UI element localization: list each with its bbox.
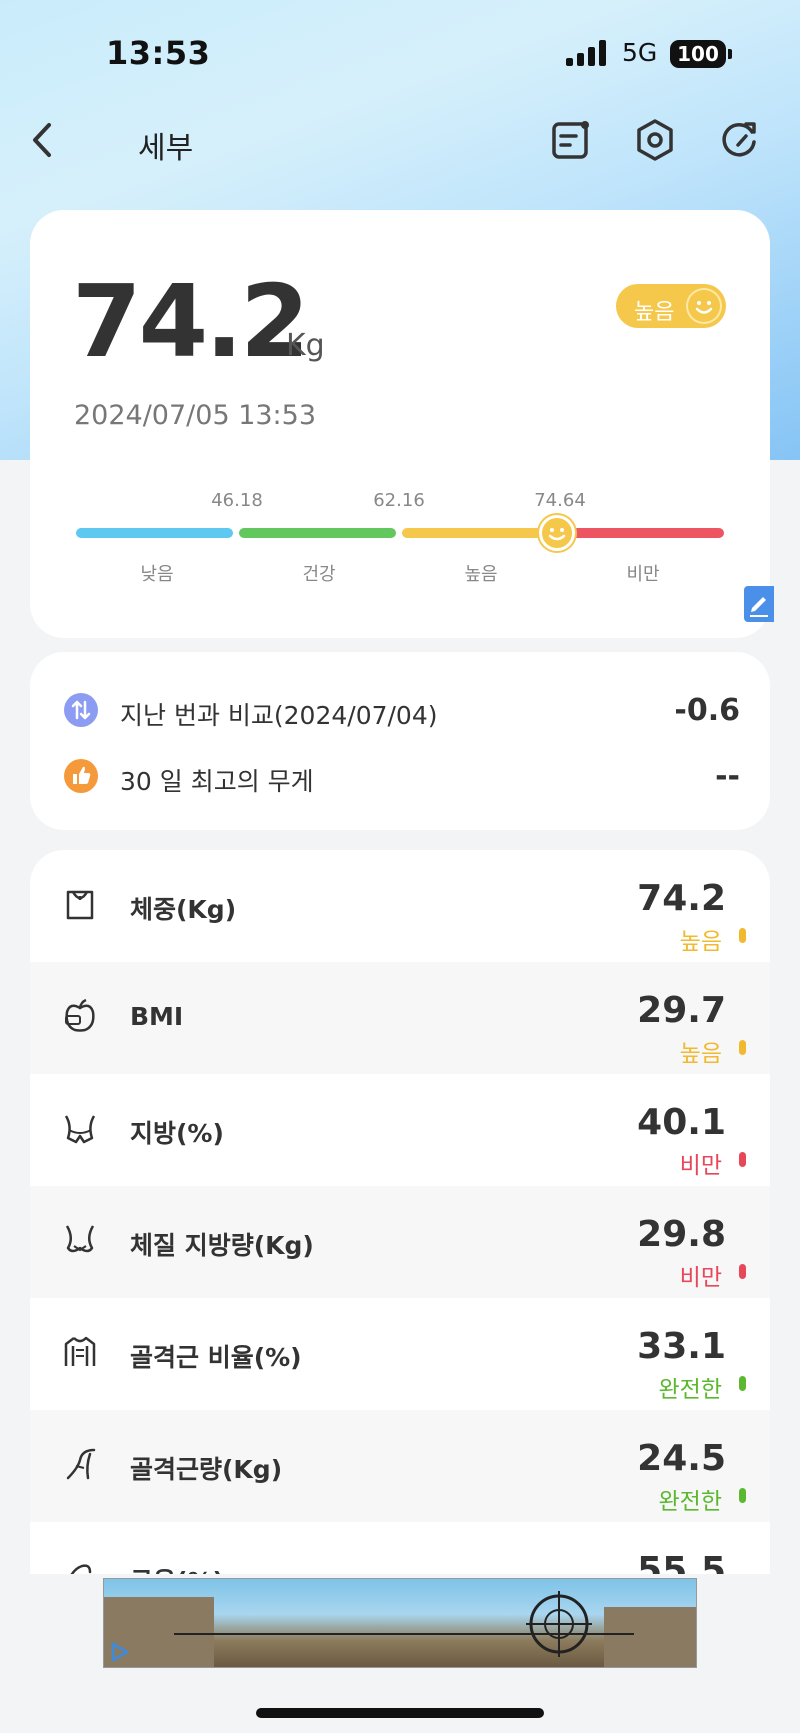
- metric-value: 29.8: [637, 1214, 726, 1255]
- range-label: 높음: [464, 564, 498, 585]
- status-badge: 높음: [616, 284, 726, 328]
- metric-value: 24.5: [637, 1438, 726, 1479]
- status-time: 13:53: [106, 34, 211, 72]
- range-bar-low: [76, 528, 233, 538]
- status-bar: 13:53 5G 100: [0, 0, 800, 100]
- edit-button[interactable]: [744, 586, 774, 622]
- metric-status: 높음: [679, 929, 722, 955]
- metric-status-dot: [739, 1040, 746, 1055]
- metric-row-muscle-ratio[interactable]: 골격근 비율(%) 33.1 완전한: [30, 1298, 770, 1410]
- metric-status: 높음: [679, 1041, 722, 1067]
- range-tick: 62.16: [373, 490, 425, 511]
- network-type: 5G: [622, 38, 658, 67]
- compare-arrows-icon: [64, 693, 98, 727]
- apple-icon: [65, 998, 95, 1032]
- signal-icon: [566, 40, 610, 66]
- chevron-left-icon: [33, 123, 51, 157]
- back-button[interactable]: [22, 117, 68, 163]
- waist-icon: [64, 1115, 96, 1144]
- metric-status: 비만: [679, 1153, 722, 1179]
- arm-icon: [70, 1564, 92, 1574]
- metric-label: 근육(%): [130, 1562, 224, 1574]
- settings-button[interactable]: [632, 117, 678, 163]
- metric-label: 골격근 비율(%): [130, 1343, 302, 1372]
- metric-label: 지방(%): [130, 1119, 224, 1148]
- ad-banner[interactable]: [103, 1578, 697, 1668]
- report-icon: [552, 121, 589, 159]
- refresh-button[interactable]: [716, 117, 762, 163]
- metric-row-fat[interactable]: 지방(%) 40.1 비만: [30, 1074, 770, 1186]
- metric-row-muscle-mass[interactable]: 골격근량(Kg) 24.5 완전한: [30, 1410, 770, 1522]
- metric-label: 골격근량(Kg): [130, 1455, 283, 1484]
- weight-summary-card: 74.2 Kg 높음 2024/07/05 13:53 46.18 62.16 …: [30, 210, 774, 638]
- metric-status: 완전한: [658, 1377, 722, 1403]
- weight-value: 74.2: [72, 263, 310, 380]
- compare-last-value: -0.6: [674, 693, 740, 728]
- comparison-card: 지난 번과 비교(2024/07/04) -0.6 30 일 최고의 무게 --: [30, 652, 770, 830]
- ad-castle-wall: [604, 1607, 696, 1667]
- range-bar-obese: [565, 528, 724, 538]
- range-tick: 46.18: [211, 490, 263, 511]
- report-button[interactable]: [548, 117, 594, 163]
- range-label: 비만: [626, 564, 660, 585]
- weight-unit: Kg: [286, 328, 325, 363]
- compare-last-label: 지난 번과 비교(2024/07/04): [120, 701, 438, 730]
- range-tick: 74.64: [534, 490, 586, 511]
- range-label: 건강: [302, 564, 336, 585]
- metric-row-bmi[interactable]: BMI 29.7 높음: [30, 962, 770, 1074]
- metric-row-muscle[interactable]: 근육(%) 55.5: [30, 1522, 770, 1574]
- muscle-leg-icon: [66, 1448, 96, 1480]
- metric-status-dot: [739, 1264, 746, 1279]
- range-bar-high: [402, 528, 559, 538]
- page-title: 세부: [138, 131, 194, 166]
- metric-status-dot: [739, 928, 746, 943]
- status-badge-label: 높음: [634, 300, 675, 325]
- best-weight-row: 30 일 최고의 무게 --: [30, 751, 770, 801]
- scale-icon: [66, 890, 94, 920]
- thumbs-up-icon: [64, 759, 98, 793]
- nav-bar: 세부: [0, 105, 800, 175]
- range-label: 낮음: [140, 564, 174, 585]
- metric-row-body-fat-mass[interactable]: 체질 지방량(Kg) 29.8 비만: [30, 1186, 770, 1298]
- hexagon-gear-icon: [637, 119, 673, 161]
- torso-icon: [64, 1336, 96, 1366]
- metric-status: 비만: [679, 1265, 722, 1291]
- compare-last-row: 지난 번과 비교(2024/07/04) -0.6: [30, 685, 770, 735]
- range-bar-healthy: [239, 528, 396, 538]
- metric-value: 29.7: [637, 990, 726, 1031]
- battery-icon: 100: [670, 40, 732, 68]
- metric-status: 완전한: [658, 1489, 722, 1515]
- crosshair-icon: [526, 1591, 592, 1657]
- measurement-datetime: 2024/07/05 13:53: [74, 400, 317, 431]
- home-indicator: [256, 1708, 544, 1718]
- metric-label: 체질 지방량(Kg): [130, 1231, 314, 1260]
- weight-marker-icon: [539, 515, 575, 551]
- metric-value: 55.5: [637, 1550, 726, 1574]
- ad-play-icon: [111, 1642, 129, 1662]
- best-weight-label: 30 일 최고의 무게: [120, 767, 314, 796]
- body-fat-icon: [65, 1225, 95, 1253]
- metric-status-dot: [739, 1152, 746, 1167]
- smiley-icon: [686, 288, 722, 324]
- metric-value: 33.1: [637, 1326, 726, 1367]
- metric-row-weight[interactable]: 체중(Kg) 74.2 높음: [30, 850, 770, 962]
- best-weight-value: --: [715, 759, 740, 794]
- metric-label: 체중(Kg): [130, 895, 237, 924]
- metric-value: 40.1: [637, 1102, 726, 1143]
- metric-status-dot: [739, 1488, 746, 1503]
- metric-value: 74.2: [637, 878, 726, 919]
- refresh-icon: [722, 122, 756, 157]
- metrics-list: 체중(Kg) 74.2 높음 BMI 29.7 높음 지방(%) 40.1 비만…: [30, 850, 770, 1574]
- pencil-icon: [750, 597, 768, 617]
- metric-label: BMI: [130, 1002, 184, 1031]
- metric-status-dot: [739, 1376, 746, 1391]
